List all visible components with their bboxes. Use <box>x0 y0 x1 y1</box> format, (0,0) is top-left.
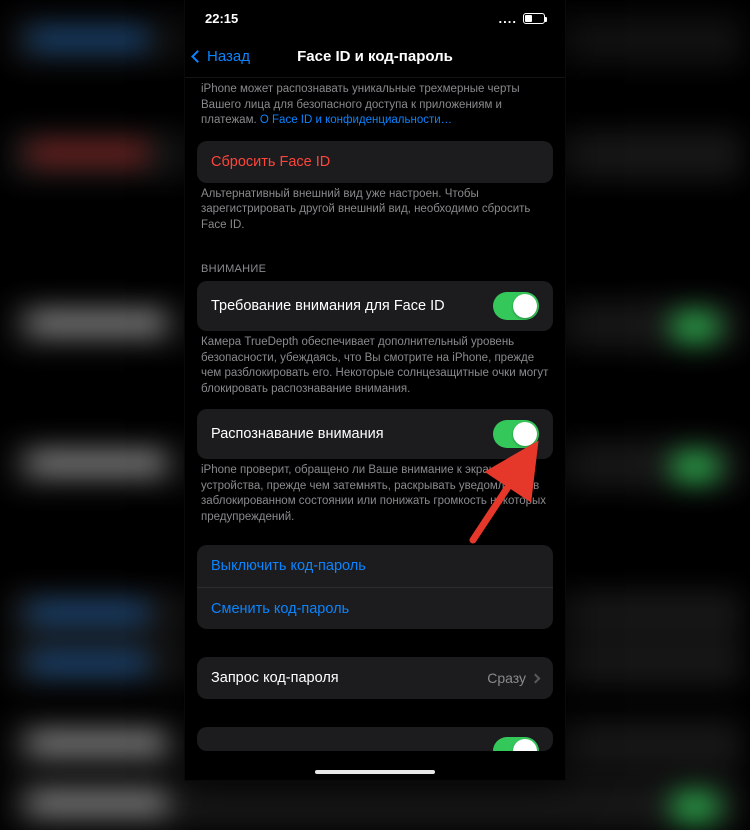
home-indicator[interactable] <box>315 770 435 774</box>
status-bar: 22:15 .... <box>185 0 565 36</box>
reset-group: Сбросить Face ID <box>197 141 553 183</box>
require-passcode-row[interactable]: Запрос код-пароля Сразу <box>197 657 553 699</box>
require-passcode-value: Сразу <box>487 670 526 686</box>
change-passcode-button[interactable]: Сменить код-пароль <box>197 587 553 629</box>
attention-aware-group: Распознавание внимания <box>197 409 553 459</box>
nav-bar: Назад Face ID и код-пароль <box>185 36 565 78</box>
cellular-dots: .... <box>499 11 517 26</box>
attention-aware-toggle[interactable] <box>493 420 539 448</box>
settings-content[interactable]: iPhone может распознавать уникальные тре… <box>185 78 565 780</box>
attention-header: ВНИМАНИЕ <box>185 245 565 281</box>
require-passcode-group: Запрос код-пароля Сразу <box>197 657 553 699</box>
page-title: Face ID и код-пароль <box>297 48 453 65</box>
next-group <box>197 727 553 751</box>
require-attention-row[interactable]: Требование внимания для Face ID <box>197 281 553 331</box>
reset-face-id-button[interactable]: Сбросить Face ID <box>197 141 553 183</box>
back-label: Назад <box>207 48 250 65</box>
attention-aware-row[interactable]: Распознавание внимания <box>197 409 553 459</box>
phone-frame: 22:15 .... Назад Face ID и код-пароль iP… <box>185 0 565 780</box>
reset-description: Альтернативный внешний вид уже настроен.… <box>185 183 565 246</box>
require-attention-group: Требование внимания для Face ID <box>197 281 553 331</box>
passcode-actions-group: Выключить код-пароль Сменить код-пароль <box>197 545 553 629</box>
intro-description: iPhone может распознавать уникальные тре… <box>185 78 565 141</box>
partial-row[interactable] <box>197 727 553 751</box>
status-time: 22:15 <box>205 11 238 26</box>
face-id-privacy-link[interactable]: О Face ID и конфиденциальности… <box>260 114 452 126</box>
battery-icon <box>523 13 545 24</box>
require-attention-description: Камера TrueDepth обеспечивает дополнител… <box>185 331 565 409</box>
chevron-right-icon <box>531 673 541 683</box>
partial-toggle[interactable] <box>493 737 539 751</box>
attention-aware-description: iPhone проверит, обращено ли Ваше вниман… <box>185 459 565 537</box>
disable-passcode-button[interactable]: Выключить код-пароль <box>197 545 553 587</box>
back-button[interactable]: Назад <box>193 48 250 65</box>
require-attention-toggle[interactable] <box>493 292 539 320</box>
chevron-left-icon <box>191 50 204 63</box>
